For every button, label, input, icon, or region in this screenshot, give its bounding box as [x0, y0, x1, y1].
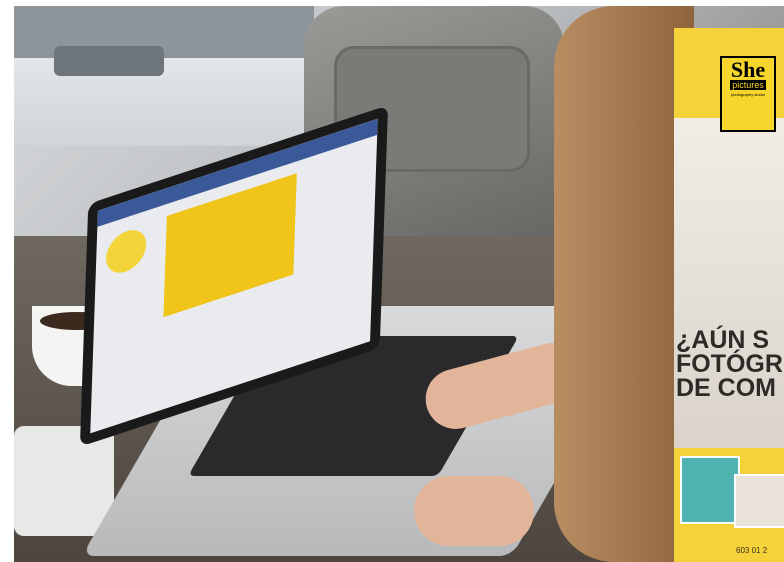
she-pictures-logo: She pictures photography studio: [720, 56, 776, 132]
headline-line-1: ¿AÚN S: [676, 326, 770, 354]
book-cover: [680, 456, 740, 524]
logo-main-text: She: [730, 57, 766, 82]
logo-sub-text: pictures: [730, 80, 766, 90]
poster-headline: ¿AÚN S FOTÓGR DE COM: [676, 326, 784, 402]
external-drive: [14, 426, 114, 536]
headline-line-3: DE COM: [676, 374, 776, 402]
headline-line-2: FOTÓGR: [676, 350, 783, 378]
person-hair: [554, 6, 694, 562]
poster: She pictures photography studio ¿AÚN S F…: [674, 28, 784, 562]
photo-books: [680, 456, 784, 528]
poster-phone: 603 01 2: [736, 546, 768, 555]
window-frame: [14, 6, 314, 146]
right-hand: [414, 476, 534, 546]
window-handle: [54, 46, 164, 76]
page-avatar: [105, 224, 147, 279]
book-cover: [734, 474, 784, 528]
logo-tagline: photography studio: [730, 92, 766, 97]
photo-scene: She pictures photography studio ¿AÚN S F…: [14, 6, 784, 562]
